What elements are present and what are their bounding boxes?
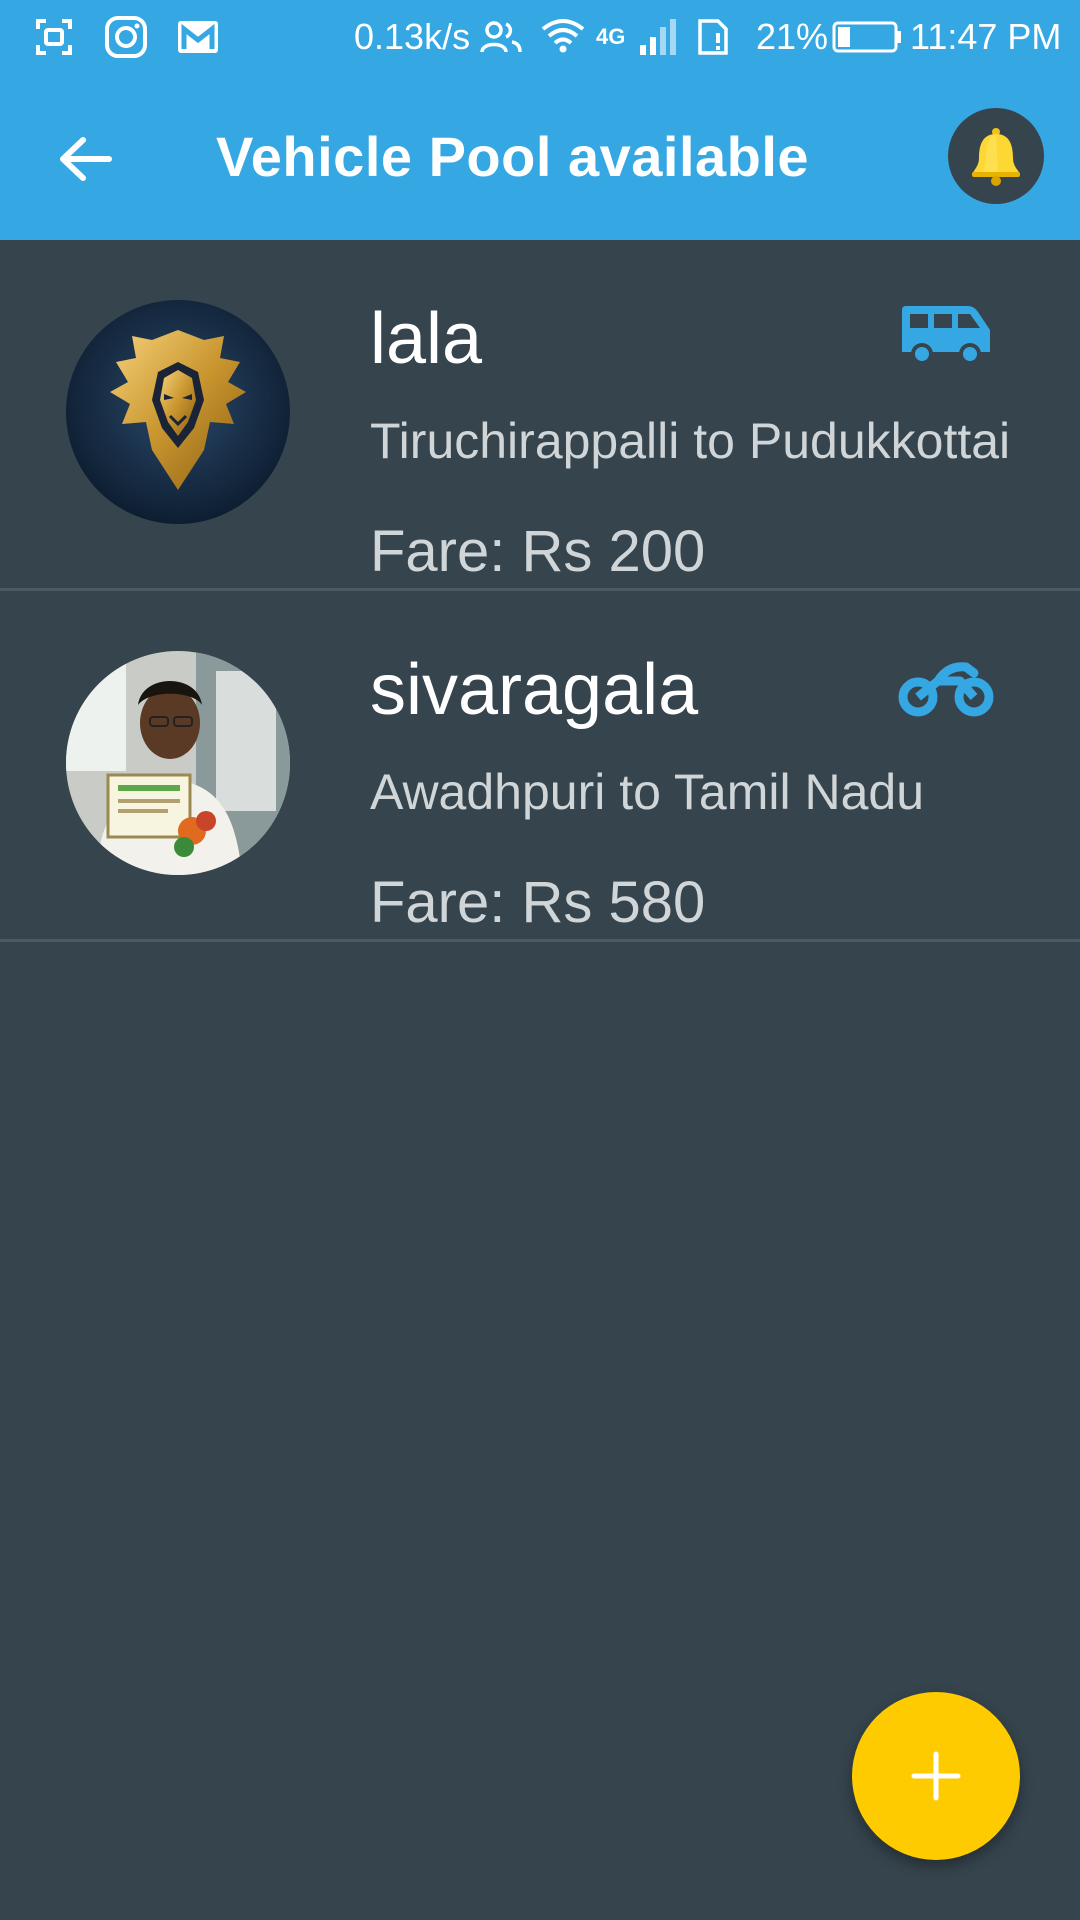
pool-owner-name: sivaragala [370,650,699,730]
pool-list-item[interactable]: sivaragala Awadhpuri to Tamil Nadu Fare:… [0,591,1080,942]
vehicle-pool-list: lala Tiruchirappalli to Pudukkottai Fare… [0,240,1080,942]
pool-list-item[interactable]: lala Tiruchirappalli to Pudukkottai Fare… [0,240,1080,591]
arrow-left-icon [60,137,112,181]
pool-fare: Fare: Rs 200 [370,519,706,584]
avatar [66,300,290,524]
contacts-icon [480,0,522,74]
pool-route: Awadhpuri to Tamil Nadu [370,764,925,820]
plus-icon [911,1751,961,1801]
back-button[interactable] [40,114,130,204]
status-bar: 0.13k/s 4G 21% 11:47 PM [0,0,1080,74]
add-pool-button[interactable] [852,1692,1020,1860]
signal-icon [638,0,678,74]
app-bar: Vehicle Pool available [0,74,1080,240]
battery-icon [832,0,902,74]
bell-icon [972,128,1020,186]
page-title: Vehicle Pool available [216,125,810,188]
pool-route: Tiruchirappalli to Pudukkottai [370,413,1011,469]
van-icon [898,300,994,370]
notifications-button[interactable] [948,108,1044,204]
battery-percent: 21% [756,16,829,57]
instagram-icon [104,0,148,74]
net-speed: 0.13k/s [354,16,471,57]
sim-icon [696,0,730,74]
avatar [66,651,290,875]
pool-owner-name: lala [370,299,483,379]
gmail-icon [176,0,220,74]
top-header: 0.13k/s 4G 21% 11:47 PM Vehicle Pool ava… [0,0,1080,240]
network-type: 4G [596,24,626,49]
wifi-icon [540,0,586,74]
lion-crest-avatar-icon [66,300,290,524]
pool-fare: Fare: Rs 580 [370,870,706,935]
clock: 11:47 PM [910,16,1062,57]
motorbike-icon [898,651,994,721]
screenshot-icon [34,0,74,74]
user-photo-avatar-icon [66,651,290,875]
